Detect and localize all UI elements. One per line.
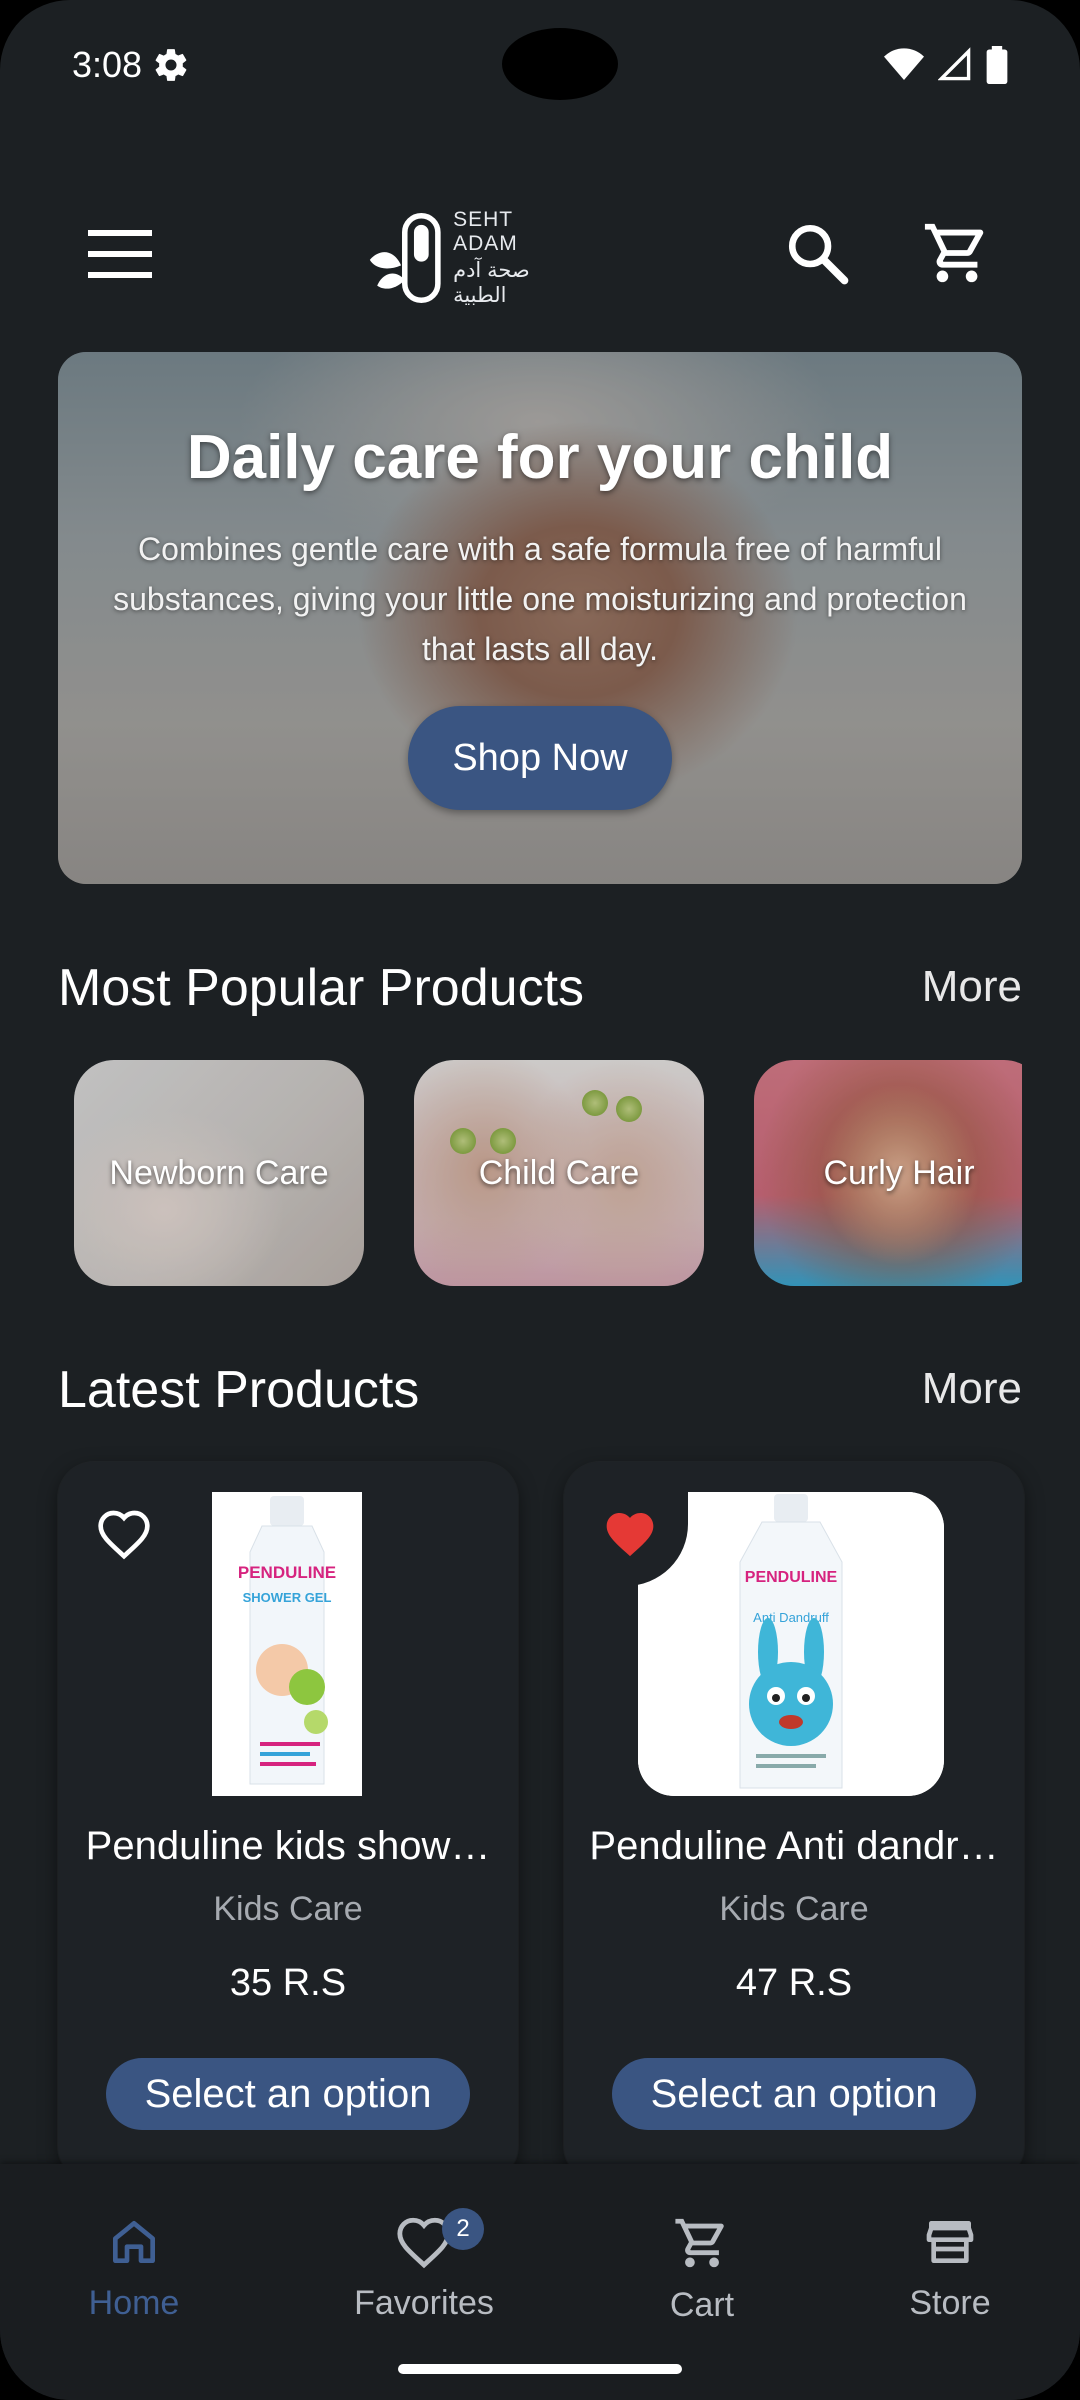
heart-filled-icon: [606, 1513, 654, 1557]
shop-now-button[interactable]: Shop Now: [408, 706, 672, 810]
popular-more-link[interactable]: More: [922, 962, 1022, 1012]
app-bar: SEHT ADAM صحة آدم الطبية: [0, 190, 1080, 320]
select-option-button[interactable]: Select an option: [106, 2058, 470, 2130]
nav-item-cart[interactable]: Cart: [602, 2214, 802, 2364]
favorite-button[interactable]: [594, 1498, 666, 1570]
nav-item-store[interactable]: Store: [850, 2214, 1050, 2364]
category-carousel[interactable]: Newborn Care Child Care Curly Hair: [58, 1058, 1022, 1288]
nav-item-home[interactable]: Home: [34, 2214, 234, 2364]
status-bar: 3:08: [0, 0, 1080, 130]
product-bottle-image: PENDULINE SHOWER GEL: [212, 1492, 362, 1796]
menu-icon[interactable]: [84, 226, 156, 282]
svg-text:PENDULINE: PENDULINE: [238, 1563, 336, 1582]
search-icon[interactable]: [784, 220, 850, 286]
category-card-newborn[interactable]: Newborn Care: [74, 1060, 364, 1286]
cart-icon: [675, 2218, 724, 2268]
status-time: 3:08: [72, 44, 143, 85]
product-card[interactable]: PENDULINE SHOWER GEL Penduline kids show…: [58, 1462, 518, 2182]
logo-text-en: SEHT ADAM: [453, 208, 518, 255]
wifi-icon: [884, 48, 924, 80]
home-indicator[interactable]: [398, 2364, 682, 2374]
hero-banner: Daily care for your child Combines gentl…: [58, 352, 1022, 884]
logo-mark-icon: [369, 212, 441, 304]
product-price: 47 R.S: [735, 1962, 853, 2004]
popular-section-title: Most Popular Products: [58, 959, 585, 1017]
nav-item-favorites[interactable]: Favorites: [324, 2214, 524, 2364]
battery-icon: [986, 46, 1008, 84]
select-option-button[interactable]: Select an option: [612, 2058, 976, 2130]
favorite-button[interactable]: [88, 1498, 160, 1570]
product-category: Kids Care: [213, 1890, 363, 1928]
latest-section-title: Latest Products: [58, 1361, 420, 1419]
category-label: Curly Hair: [823, 1154, 975, 1192]
latest-more-link[interactable]: More: [922, 1364, 1022, 1414]
camera-cutout: [502, 28, 618, 100]
hero-subtitle: Combines gentle care with a safe formula…: [113, 531, 967, 667]
hero-title: Daily care for your child: [186, 423, 894, 492]
logo-text-ar: صحة آدم الطبية: [453, 259, 530, 307]
nav-label-home: Home: [88, 2284, 180, 2322]
cart-icon[interactable]: [922, 218, 992, 288]
category-card-child[interactable]: Child Care: [414, 1060, 704, 1286]
product-card[interactable]: PENDULINE Anti Dandruff Penduline Anti d…: [564, 1462, 1024, 2182]
brand-logo: SEHT ADAM صحة آدم الطبية: [368, 208, 578, 308]
product-name[interactable]: Penduline Anti dandr…: [584, 1824, 1004, 1869]
status-icons: [884, 46, 1008, 84]
signal-icon: [938, 47, 971, 81]
store-icon: [926, 2221, 974, 2263]
nav-label-favorites: Favorites: [354, 2284, 494, 2322]
product-image[interactable]: PENDULINE SHOWER GEL: [212, 1492, 362, 1796]
product-category: Kids Care: [719, 1890, 869, 1928]
product-price: 35 R.S: [229, 1962, 347, 2004]
category-label: Newborn Care: [109, 1154, 329, 1192]
nav-label-store: Store: [909, 2284, 991, 2322]
home-icon: [113, 2221, 156, 2263]
app-screen: 3:08 SEHT ADAM صحة آدم الطبية Daily care…: [0, 0, 1080, 2400]
svg-text:PENDULINE: PENDULINE: [745, 1569, 838, 1586]
favorites-count-badge: 2: [442, 2208, 484, 2250]
category-label: Child Care: [478, 1154, 640, 1192]
product-name[interactable]: Penduline kids show…: [78, 1824, 498, 1869]
category-card-curly[interactable]: Curly Hair: [754, 1060, 1022, 1286]
nav-label-cart: Cart: [669, 2286, 735, 2324]
svg-text:SHOWER GEL: SHOWER GEL: [243, 1590, 332, 1605]
settings-gear-icon: [155, 49, 187, 81]
heart-outline-icon: [98, 1510, 150, 1560]
